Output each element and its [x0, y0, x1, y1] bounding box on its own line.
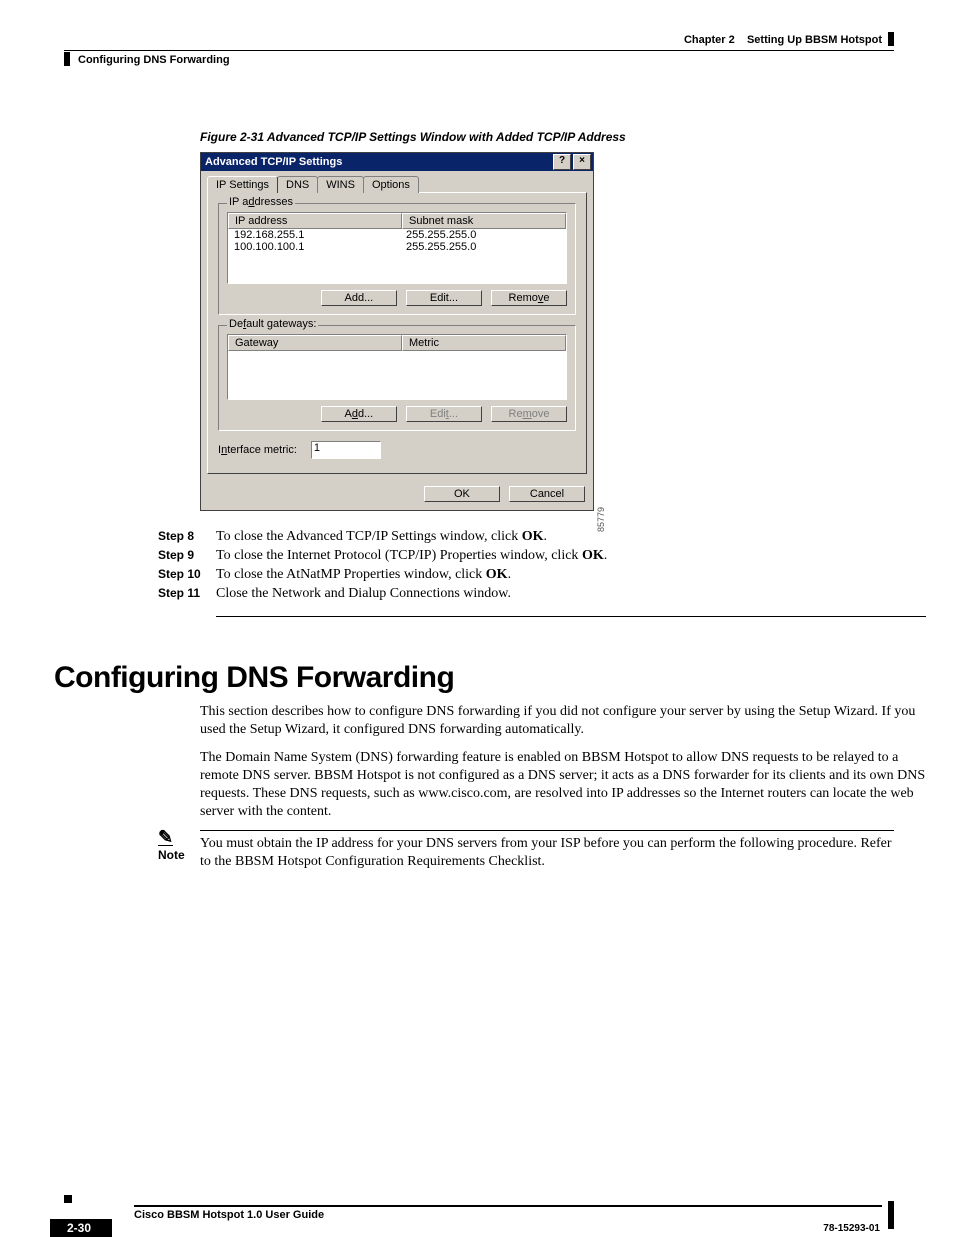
interface-metric-input[interactable]: 1 — [311, 441, 381, 459]
group-ip-addresses-legend: IP addresses — [227, 196, 295, 208]
cell-mask: 255.255.255.0 — [400, 241, 566, 253]
step-row: Step 10 To close the AtNatMP Properties … — [158, 567, 894, 583]
edit-button[interactable]: Edit... — [406, 290, 482, 306]
running-section: Configuring DNS Forwarding — [78, 54, 230, 66]
table-row[interactable]: 192.168.255.1 255.255.255.0 — [228, 229, 566, 241]
step-row: Step 11 Close the Network and Dialup Con… — [158, 586, 894, 602]
footer-doc-number: 78-15293-01 — [823, 1223, 880, 1234]
paragraph: This section describes how to configure … — [200, 703, 926, 739]
footer-doc-title: Cisco BBSM Hotspot 1.0 User Guide — [134, 1209, 324, 1221]
group-default-gateways: Default gateways: Gateway Metric Add... … — [218, 325, 576, 431]
step-text: To close the Internet Protocol (TCP/IP) … — [216, 548, 894, 564]
paragraph: The Domain Name System (DNS) forwarding … — [200, 749, 926, 821]
section-heading: Configuring DNS Forwarding — [54, 661, 894, 695]
note-label-col: ✎ Note — [158, 830, 200, 862]
tab-wins[interactable]: WINS — [317, 176, 364, 193]
header-right: Chapter 2 Setting Up BBSM Hotspot — [684, 34, 882, 46]
dialog-advanced-tcpip: Advanced TCP/IP Settings ? × IP Settings… — [200, 152, 594, 511]
dialog-footer: OK Cancel — [201, 480, 593, 510]
col-subnet-mask: Subnet mask — [402, 213, 566, 229]
step-row: Step 8 To close the Advanced TCP/IP Sett… — [158, 529, 894, 545]
figure-caption: Figure 2-31 Advanced TCP/IP Settings Win… — [200, 130, 894, 144]
col-metric: Metric — [402, 335, 566, 351]
add-button[interactable]: Add... — [321, 290, 397, 306]
step-text: To close the AtNatMP Properties window, … — [216, 567, 894, 583]
step-label: Step 9 — [158, 548, 216, 564]
header-decor-bar-right — [888, 32, 894, 46]
close-button[interactable]: × — [573, 154, 591, 170]
remove-button[interactable]: Remove — [491, 290, 567, 306]
dialog-tabs: IP SettingsDNSWINSOptions — [201, 171, 593, 192]
gw-button-row: Add... Edit... Remove — [227, 406, 567, 422]
chapter-title: Setting Up BBSM Hotspot — [747, 34, 882, 46]
cancel-button[interactable]: Cancel — [509, 486, 585, 502]
pencil-icon: ✎ — [158, 830, 173, 846]
step-label: Step 8 — [158, 529, 216, 545]
listview-ip[interactable]: IP address Subnet mask 192.168.255.1 255… — [227, 212, 567, 284]
steps-end-rule — [216, 616, 926, 617]
edit-button: Edit... — [406, 406, 482, 422]
step-row: Step 9 To close the Internet Protocol (T… — [158, 548, 894, 564]
listview-gateways-header: Gateway Metric — [228, 335, 566, 351]
step-label: Step 11 — [158, 586, 216, 602]
header-decor-bar-left — [64, 52, 70, 66]
dialog-titlebar: Advanced TCP/IP Settings ? × — [201, 153, 593, 171]
footer-page-number: 2-30 — [50, 1219, 112, 1237]
note-body: You must obtain the IP address for your … — [200, 830, 894, 871]
tab-dns[interactable]: DNS — [277, 176, 318, 193]
figure-id: 85779 — [596, 507, 606, 532]
listview-gateways[interactable]: Gateway Metric — [227, 334, 567, 400]
interface-metric-label: Interface metric: — [218, 444, 297, 456]
section-body: This section describes how to configure … — [200, 703, 926, 820]
steps-list: Step 8 To close the Advanced TCP/IP Sett… — [158, 529, 894, 602]
header-rule — [64, 50, 894, 51]
step-text: Close the Network and Dialup Connections… — [216, 586, 894, 602]
col-ip-address: IP address — [228, 213, 402, 229]
col-gateway: Gateway — [228, 335, 402, 351]
step-text: To close the Advanced TCP/IP Settings wi… — [216, 529, 894, 545]
table-row[interactable]: 100.100.100.1 255.255.255.0 — [228, 241, 566, 253]
tab-ip-settings[interactable]: IP Settings — [207, 176, 278, 193]
tab-panel-ip-settings: IP addresses IP address Subnet mask 192.… — [207, 192, 587, 474]
remove-button: Remove — [491, 406, 567, 422]
tab-options[interactable]: Options — [363, 176, 419, 193]
cell-ip: 192.168.255.1 — [228, 229, 400, 241]
dialog-title: Advanced TCP/IP Settings — [205, 153, 551, 171]
chapter-label: Chapter 2 — [684, 34, 735, 46]
footer-decor-wedge — [64, 1195, 72, 1203]
listview-ip-header: IP address Subnet mask — [228, 213, 566, 229]
cell-ip: 100.100.100.1 — [228, 241, 400, 253]
ip-button-row: Add... Edit... Remove — [227, 290, 567, 306]
help-button[interactable]: ? — [553, 154, 571, 170]
note-label: Note — [158, 848, 185, 862]
footer-decor-bar-right — [888, 1201, 894, 1229]
add-button[interactable]: Add... — [321, 406, 397, 422]
cell-mask: 255.255.255.0 — [400, 229, 566, 241]
ok-button[interactable]: OK — [424, 486, 500, 502]
interface-metric-row: Interface metric: 1 — [218, 441, 576, 459]
group-default-gateways-legend: Default gateways: — [227, 318, 318, 330]
note-block: ✎ Note You must obtain the IP address fo… — [158, 830, 894, 871]
step-label: Step 10 — [158, 567, 216, 583]
footer-rule — [134, 1205, 882, 1207]
page-header: Chapter 2 Setting Up BBSM Hotspot Config… — [50, 30, 894, 70]
figure-image: Advanced TCP/IP Settings ? × IP Settings… — [200, 152, 592, 511]
group-ip-addresses: IP addresses IP address Subnet mask 192.… — [218, 203, 576, 315]
